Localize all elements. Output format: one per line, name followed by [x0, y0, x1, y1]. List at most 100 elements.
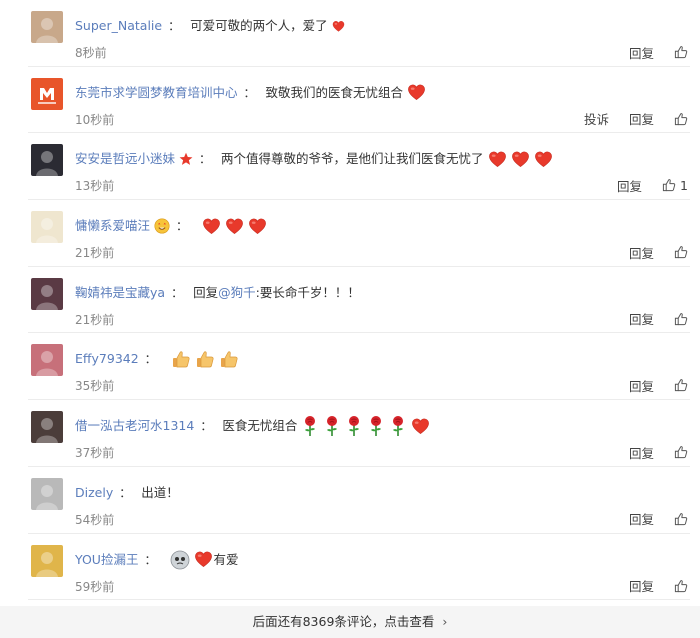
heart-emoji-icon: [225, 217, 244, 236]
comment-row: 安安是哲远小迷妹 ： 两个值得尊敬的爷爷，是他们让我们医食无忧了 13秒前 回复 1: [28, 133, 690, 201]
username-link[interactable]: 鞠婧祎是宝藏ya: [75, 283, 165, 303]
like-button[interactable]: [674, 512, 688, 526]
comment-actions: 回复: [609, 443, 688, 461]
like-button[interactable]: [674, 45, 688, 59]
thumbs-up-icon: [674, 378, 688, 392]
like-button[interactable]: [674, 112, 688, 126]
thumb-emoji-icon: [195, 349, 215, 369]
separator: ：: [144, 552, 157, 567]
report-button[interactable]: 投诉: [584, 109, 609, 128]
comment-line: Effy79342 ：: [75, 349, 690, 369]
thumbs-up-icon: [662, 178, 676, 192]
username-link[interactable]: Effy79342: [75, 349, 139, 369]
rose-emoji-icon: [323, 415, 341, 437]
mention-link[interactable]: @狗千: [218, 283, 256, 303]
comment-text: 致敬我们的医食无忧组合: [265, 84, 404, 100]
reply-button[interactable]: 回复: [629, 576, 654, 595]
comment-line: YOU捡漏王 ： 有爱: [75, 550, 690, 570]
comment-text: 出道！: [141, 484, 179, 500]
reply-button[interactable]: 回复: [629, 43, 654, 62]
comment-actions: 回复: [609, 510, 688, 528]
thumbs-up-icon: [674, 579, 688, 593]
more-comments-text: 后面还有8369条评论，点击查看: [252, 614, 435, 629]
timestamp: 10秒前: [75, 112, 115, 127]
reply-button[interactable]: 回复: [617, 176, 642, 195]
more-comments-link[interactable]: 后面还有8369条评论，点击查看 ›: [0, 606, 700, 638]
star-badge-icon: [179, 152, 193, 166]
reply-button[interactable]: 回复: [629, 509, 654, 528]
separator: ：: [176, 219, 189, 234]
reply-button[interactable]: 回复: [629, 243, 654, 262]
heart-emoji-icon: [202, 217, 221, 236]
reply-button[interactable]: 回复: [629, 376, 654, 395]
comment-text: 两个值得尊敬的爷爷，是他们让我们医食无忧了: [221, 151, 484, 167]
separator: ：: [168, 19, 181, 33]
username-link[interactable]: 借一泓古老河水1314: [75, 416, 194, 436]
comment-actions: 回复: [609, 243, 688, 261]
username-link[interactable]: 东莞市求学圆梦教育培训中心: [75, 83, 238, 103]
thumbs-up-icon: [674, 312, 688, 326]
comment-actions: 回复 1: [597, 176, 688, 194]
timestamp: 13秒前: [75, 179, 115, 194]
thumbs-up-icon: [674, 445, 688, 459]
thumb-emoji-icon: [219, 349, 239, 369]
heart-emoji-icon: [488, 150, 507, 169]
comment-line: 鞠婧祎是宝藏ya ： 回复 @狗千:要长命千岁！！！: [75, 283, 690, 303]
comment-row: 借一泓古老河水1314 ： 医食无忧组合 37秒前 回复: [28, 400, 690, 467]
rose-emoji-icon: [345, 415, 363, 437]
comment-actions: 回复: [609, 577, 688, 595]
reply-button[interactable]: 回复: [629, 109, 654, 128]
separator: ：: [199, 152, 212, 167]
avatar[interactable]: [31, 11, 63, 43]
like-button[interactable]: 1: [662, 178, 688, 193]
comment-text: 医食无忧组合: [222, 418, 298, 434]
separator: ：: [119, 485, 132, 500]
username-link[interactable]: 慵懒系爱喵汪: [75, 216, 150, 236]
avatar[interactable]: [31, 144, 63, 177]
avatar[interactable]: [31, 211, 63, 244]
sticker-emoji-icon: [170, 550, 190, 570]
like-button[interactable]: [674, 579, 688, 593]
comment-row: 鞠婧祎是宝藏ya：回复 @狗千:要长命千岁！！！ 21秒前 回复: [28, 267, 690, 334]
username-link[interactable]: Dizely: [75, 483, 113, 503]
like-count: 1: [680, 177, 688, 193]
like-button[interactable]: [674, 245, 688, 259]
comment-line: Dizely ： 出道！: [75, 483, 690, 503]
like-button[interactable]: [674, 445, 688, 459]
avatar[interactable]: [31, 411, 63, 444]
comment-text: 有爱: [213, 551, 239, 567]
face-badge-icon: [154, 218, 170, 234]
separator: ：: [243, 85, 256, 100]
thumb-emoji-icon: [171, 349, 191, 369]
timestamp: 8秒前: [75, 46, 107, 60]
comment-actions: 回复: [609, 376, 688, 394]
thumbs-up-icon: [674, 112, 688, 126]
timestamp: 21秒前: [75, 312, 115, 327]
like-button[interactable]: [674, 378, 688, 392]
heart-emoji-icon: [194, 550, 213, 569]
comment-actions: 回复: [609, 310, 688, 328]
avatar[interactable]: [31, 77, 63, 110]
avatar[interactable]: [31, 477, 63, 510]
heart-emoji-icon: [248, 217, 267, 236]
reply-button[interactable]: 回复: [629, 309, 654, 328]
comment-line: 东莞市求学圆梦教育培训中心 ： 致敬我们的医食无忧组合: [75, 83, 690, 103]
comment-text: 可爱可敬的两个人，爱了: [190, 18, 328, 33]
username-link[interactable]: 安安是哲远小迷妹: [75, 149, 175, 169]
chevron-right-icon: ›: [442, 614, 448, 629]
avatar[interactable]: [31, 344, 63, 377]
username-link[interactable]: Super_Natalie: [75, 16, 162, 36]
avatar[interactable]: [31, 277, 63, 310]
comment-row: YOU捡漏王 ： 有爱 59秒前 回复: [28, 534, 690, 601]
separator: ：: [144, 352, 157, 367]
timestamp: 35秒前: [75, 379, 115, 394]
reply-prefix: 回复: [193, 284, 219, 300]
comment-list: Super_Natalie：可爱可敬的两个人，爱了 8秒前 回复 东莞市求学圆梦教育培…: [0, 0, 700, 601]
separator: ：: [200, 419, 213, 434]
reply-button[interactable]: 回复: [629, 443, 654, 462]
avatar[interactable]: [31, 544, 63, 577]
username-link[interactable]: YOU捡漏王: [75, 550, 138, 570]
like-button[interactable]: [674, 312, 688, 326]
timestamp: 37秒前: [75, 446, 115, 461]
comment-actions: 回复: [609, 43, 688, 61]
